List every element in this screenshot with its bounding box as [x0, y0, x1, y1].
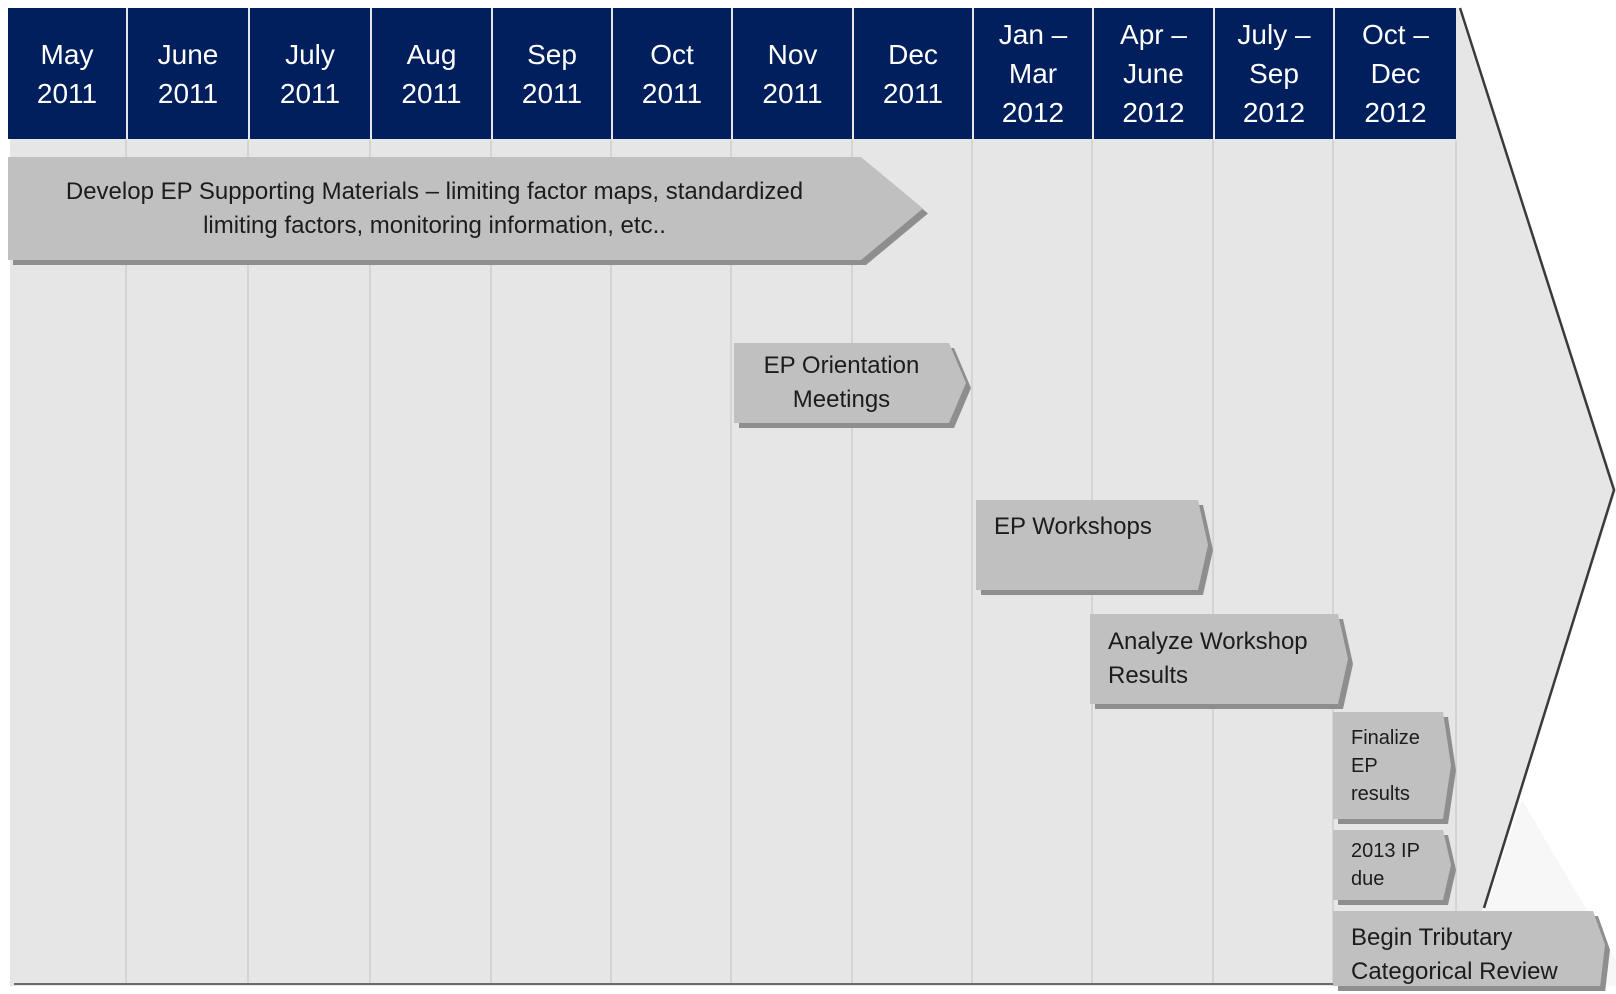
period-header: Apr – June 2012: [1094, 8, 1213, 139]
task-bar: 2013 IP due: [1333, 830, 1456, 905]
period-header: Dec 2011: [854, 8, 972, 139]
task-label: 2013 IP due: [1351, 840, 1420, 890]
task-label: Begin Tributary Categorical Review: [1351, 924, 1558, 985]
period-header: June 2011: [128, 8, 248, 139]
task-bar: Begin Tributary Categorical Review: [1333, 911, 1610, 991]
task-label: EP Workshops: [994, 513, 1152, 540]
period-header: July – Sep 2012: [1215, 8, 1333, 139]
task-bar: Analyze Workshop Results: [1090, 614, 1353, 709]
period-header: July 2011: [250, 8, 370, 139]
task-label: Develop EP Supporting Materials – limiti…: [65, 177, 804, 239]
period-header: Oct – Dec 2012: [1335, 8, 1456, 139]
task-bar: EP Orientation Meetings: [734, 343, 971, 428]
period-header: Sep 2011: [493, 8, 611, 139]
task-bar: EP Workshops: [976, 500, 1213, 595]
period-header: Jan – Mar 2012: [974, 8, 1092, 139]
task-bar: Finalize EP results: [1333, 712, 1456, 824]
period-header: Nov 2011: [733, 8, 852, 139]
period-header: Oct 2011: [613, 8, 731, 139]
task-label: Analyze Workshop Results: [1108, 628, 1308, 689]
task-label: Finalize EP results: [1351, 726, 1420, 805]
period-header: May 2011: [8, 8, 126, 139]
timeline-diagram: May 2011 June 2011 July 2011 Aug 2011 Sep 20…: [0, 0, 1616, 991]
period-header: Aug 2011: [372, 8, 491, 139]
task-bar: Develop EP Supporting Materials – limiti…: [8, 157, 928, 265]
task-label: EP Orientation Meetings: [763, 352, 920, 413]
